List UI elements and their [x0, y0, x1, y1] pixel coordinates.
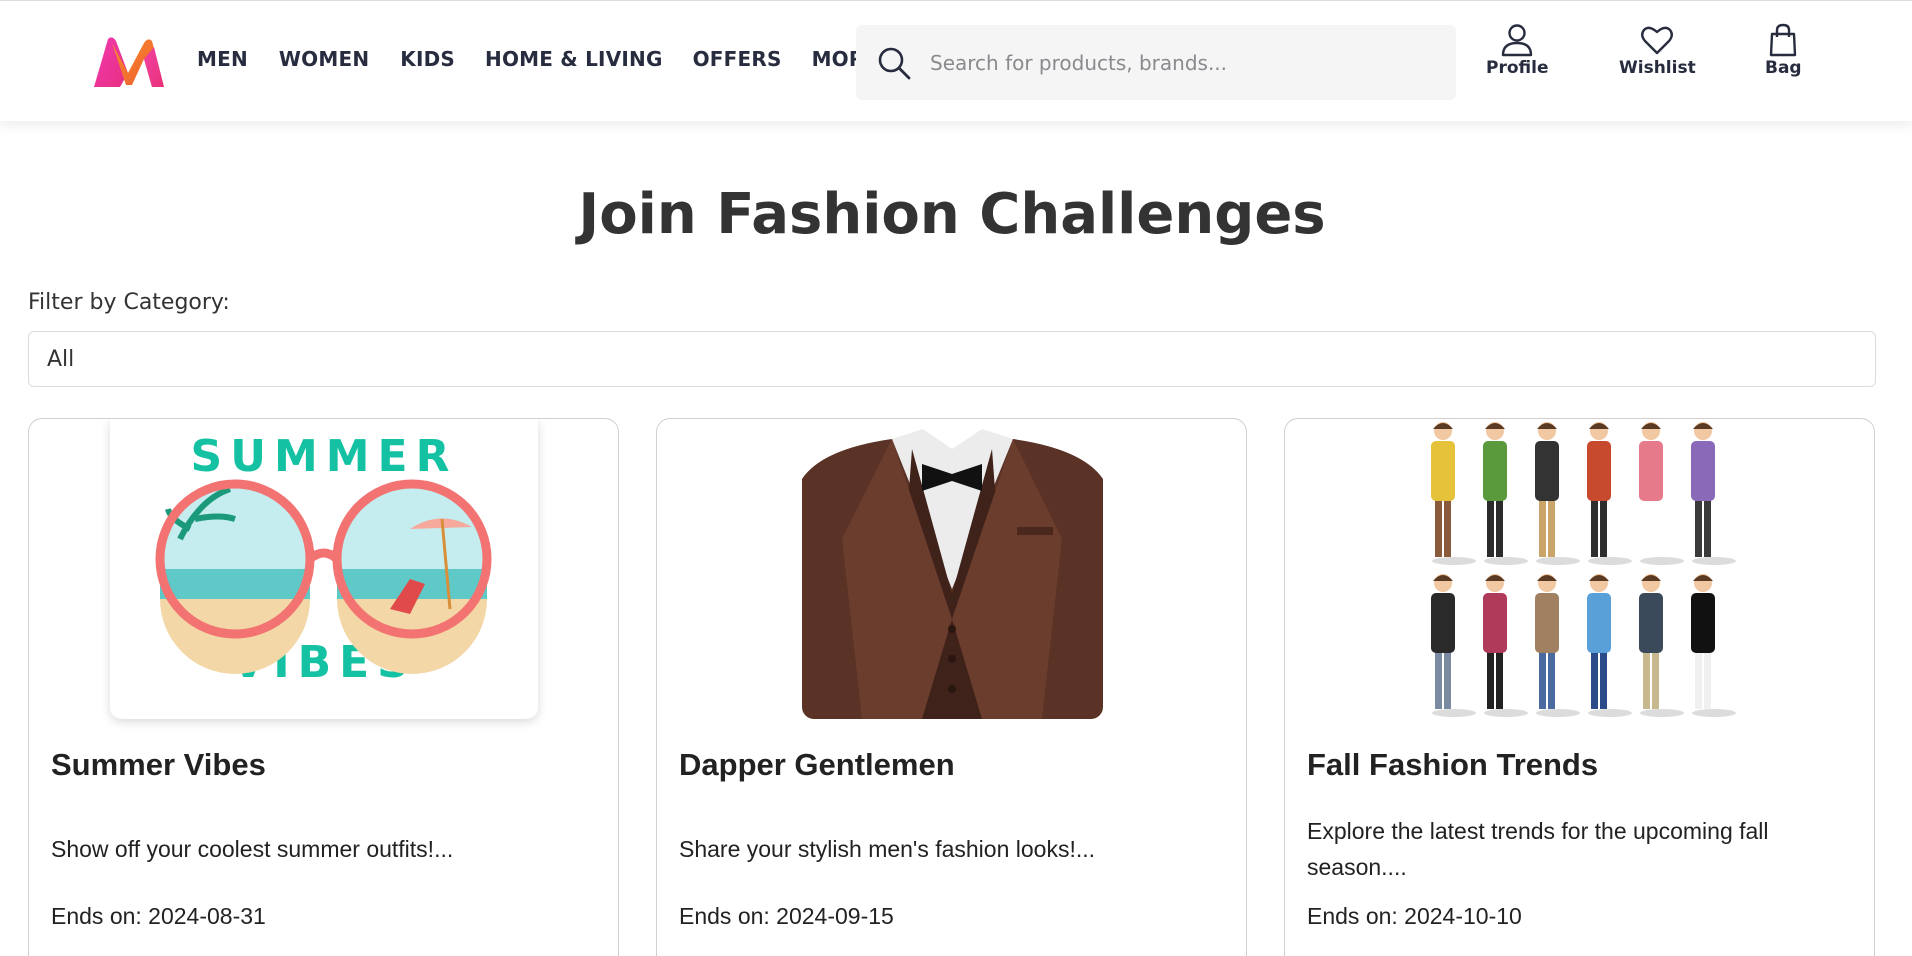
search-input[interactable] — [930, 43, 1430, 83]
search-icon[interactable] — [876, 45, 912, 81]
challenge-description: Share your stylish men's fashion looks!.… — [679, 836, 1096, 862]
challenge-card[interactable]: Dapper Gentlemen Share your stylish men'… — [656, 418, 1247, 956]
dapper-gentlemen-image — [802, 419, 1103, 719]
summer-vibes-image: SUMMER VIBES — [110, 419, 538, 719]
nav-home-living[interactable]: HOME & LIVING — [485, 47, 663, 71]
bag-button[interactable]: Bag — [1765, 23, 1802, 78]
nav-women[interactable]: WOMEN — [279, 47, 369, 71]
nav-offers[interactable]: OFFERS — [693, 47, 782, 71]
wishlist-label: Wishlist — [1619, 58, 1696, 78]
bag-icon — [1770, 23, 1797, 57]
summer-image-text-top: SUMMER — [191, 431, 458, 482]
challenge-card[interactable]: Fall Fashion Trends Explore the latest t… — [1284, 418, 1875, 956]
bag-label: Bag — [1765, 58, 1802, 78]
challenge-description: Explore the latest trends for the upcomi… — [1307, 818, 1769, 880]
top-header: MEN WOMEN KIDS HOME & LIVING OFFERS MORE… — [0, 0, 1912, 121]
nav-men[interactable]: MEN — [197, 47, 248, 71]
search-bar — [856, 25, 1456, 100]
filter-selected-value: All — [47, 346, 75, 372]
challenge-title[interactable]: Fall Fashion Trends — [1307, 747, 1598, 783]
fall-fashion-trends-image — [1418, 419, 1743, 719]
challenge-end-date: Ends on: 2024-10-10 — [1307, 903, 1522, 929]
challenge-description: Show off your coolest summer outfits!... — [51, 836, 454, 862]
challenge-title[interactable]: Dapper Gentlemen — [679, 747, 955, 783]
challenge-end-date: Ends on: 2024-09-15 — [679, 903, 894, 929]
filter-label: Filter by Category: — [28, 290, 230, 315]
page-title: Join Fashion Challenges — [578, 182, 1326, 247]
challenge-card[interactable]: SUMMER VIBES Summer Vibes Show off your … — [28, 418, 619, 956]
heart-icon — [1641, 26, 1674, 55]
nav-kids[interactable]: KIDS — [400, 47, 455, 71]
myntra-logo[interactable] — [92, 37, 166, 89]
profile-icon — [1502, 24, 1533, 57]
challenge-title[interactable]: Summer Vibes — [51, 747, 266, 783]
profile-button[interactable]: Profile — [1486, 23, 1548, 78]
wishlist-button[interactable]: Wishlist — [1619, 23, 1696, 78]
challenge-end-date: Ends on: 2024-08-31 — [51, 903, 266, 929]
profile-label: Profile — [1486, 58, 1549, 78]
category-filter-select[interactable]: All — [28, 331, 1876, 387]
main-nav: MEN WOMEN KIDS HOME & LIVING OFFERS MORE — [197, 47, 878, 71]
